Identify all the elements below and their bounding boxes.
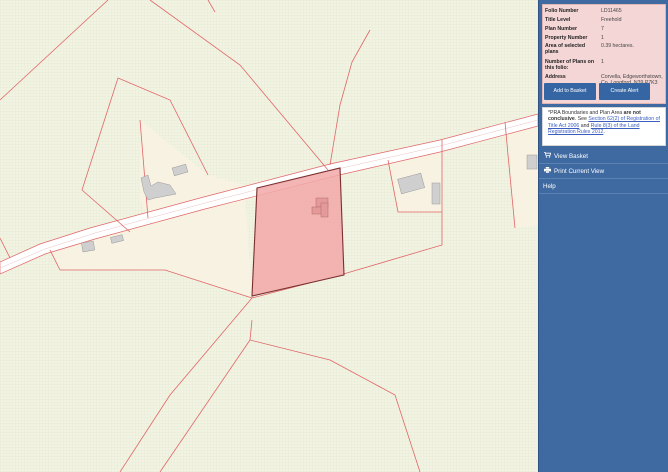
view-basket-label: View Basket (554, 153, 588, 160)
notice-suffix: . (603, 129, 605, 136)
property-number-value: 1 (601, 35, 604, 41)
plans-count-label: Number of Plans on this folio: (545, 59, 594, 71)
help-label: Help (543, 183, 556, 190)
help-link[interactable]: Help (539, 179, 668, 194)
cart-icon (543, 150, 551, 165)
area-label: Area of selected plans (545, 43, 586, 55)
plan-number-value: 7 (601, 26, 604, 32)
print-current-view-link[interactable]: Print Current View (539, 164, 668, 179)
notice-and: and (579, 122, 591, 129)
view-basket-link[interactable]: View Basket (539, 149, 668, 164)
folio-number-value: LD11465 (601, 8, 622, 14)
area-value: 0.39 hectares. (601, 43, 634, 49)
create-alert-button[interactable]: Create Alert (599, 83, 650, 100)
plans-count-value: 1 (601, 59, 604, 65)
notice-mid: . See (574, 116, 589, 123)
property-number-label: Property Number (545, 35, 588, 41)
boundary-notice: *PRA Boundaries and Plan Area are not co… (542, 107, 666, 146)
title-level-label: Title Level (545, 17, 571, 23)
selected-parcel[interactable] (251, 167, 345, 297)
folio-number-label: Folio Number (545, 8, 579, 14)
add-to-basket-button[interactable]: Add to Basket (544, 83, 596, 100)
plan-number-label: Plan Number (545, 26, 577, 32)
printer-icon (543, 165, 551, 180)
map-canvas[interactable] (0, 0, 538, 472)
title-level-value: Freehold (601, 17, 622, 23)
sidebar-panel: Folio Number LD11465 Title Level Freehol… (538, 0, 668, 472)
print-current-view-label: Print Current View (554, 168, 605, 175)
notice-prefix: *PRA Boundaries and Plan Area (548, 110, 624, 116)
address-label: Address (545, 74, 566, 80)
map-svg[interactable] (0, 0, 538, 472)
